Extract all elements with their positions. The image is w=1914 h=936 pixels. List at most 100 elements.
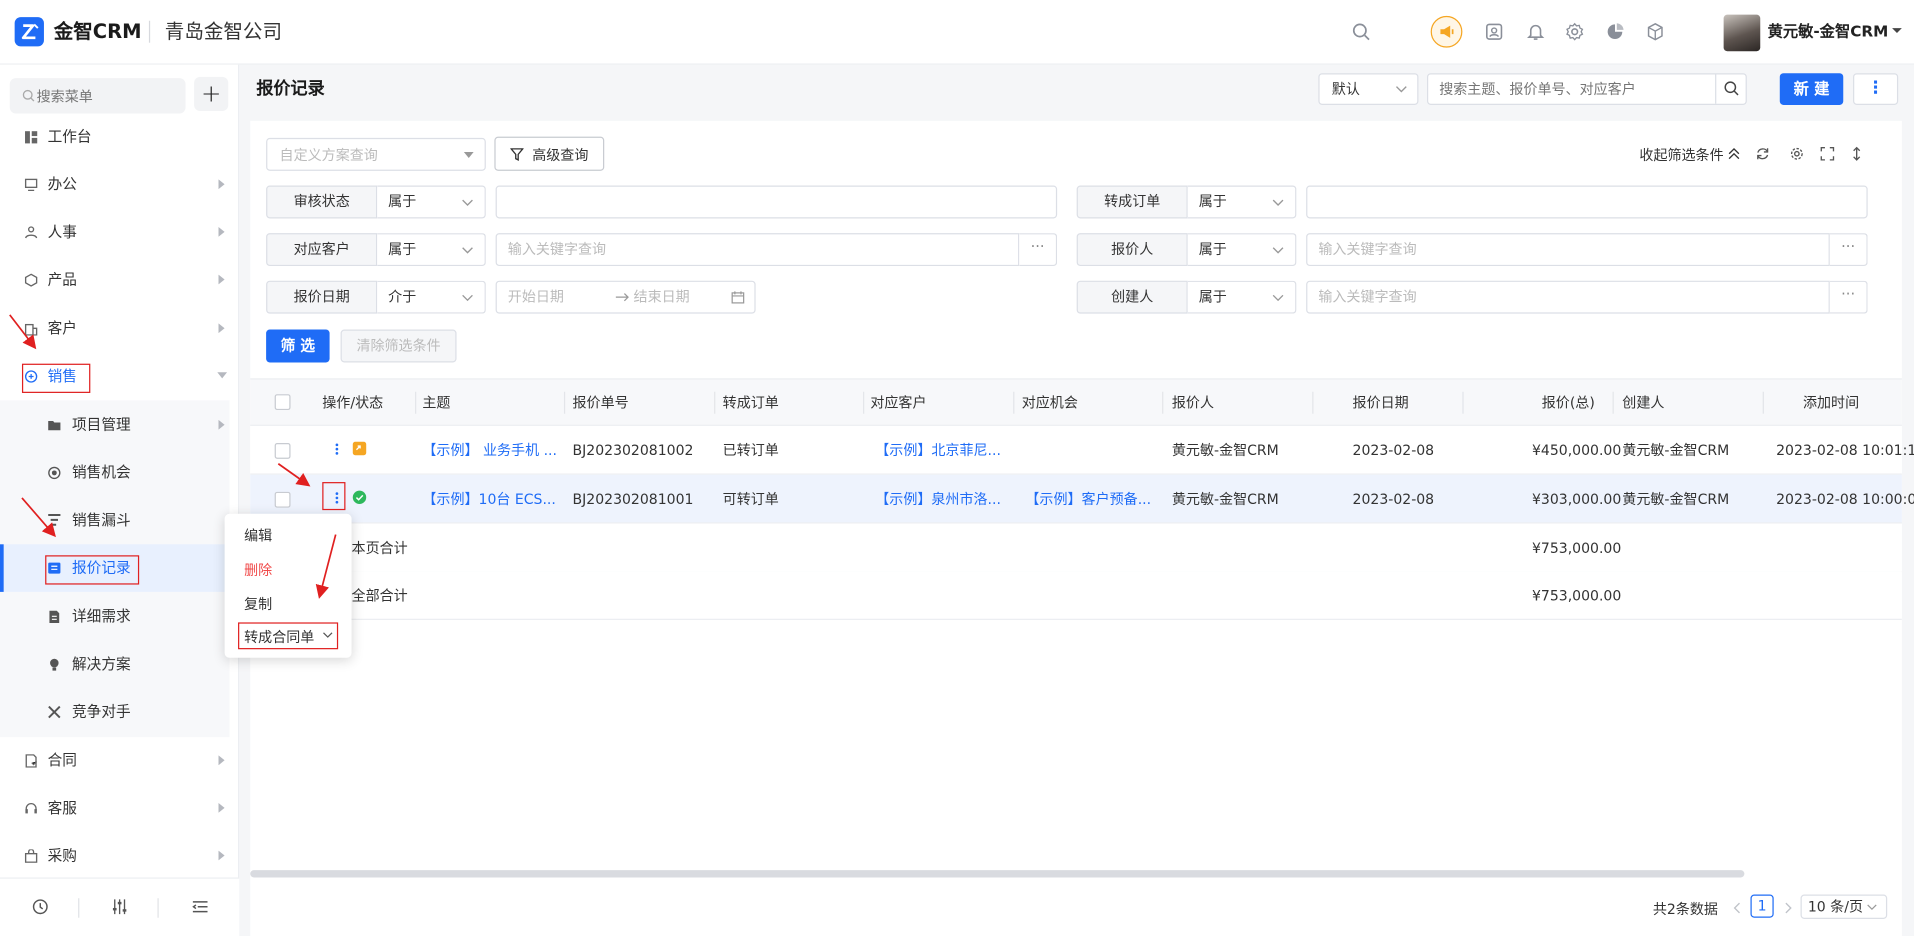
sidebar-item-workbench[interactable]: 工作台 — [0, 113, 232, 161]
menu-search[interactable] — [9, 78, 186, 114]
sidebar-item-quotes[interactable]: 报价记录 — [0, 544, 230, 592]
table-row[interactable]: 【示例】 业务手机 ... BJ202302081002 已转订单 【示例】北京… — [250, 425, 1914, 475]
sidebar-item-hr[interactable]: 人事 — [0, 209, 232, 257]
menu-search-input[interactable] — [36, 78, 184, 114]
subject-link[interactable]: 【示例】 业务手机 ... — [422, 441, 557, 461]
filter-op-audit-status[interactable]: 属于 — [377, 185, 486, 219]
sidebar-item-purchase[interactable]: 采购 — [0, 832, 232, 880]
sidebar-item-project[interactable]: 项目管理 — [0, 401, 230, 450]
sidebar-item-sales[interactable]: 销售 — [0, 353, 232, 401]
refresh-icon[interactable] — [1755, 146, 1770, 161]
filter-input-audit-status[interactable] — [495, 185, 1058, 219]
caret-down-icon[interactable] — [1891, 24, 1903, 36]
filter-op-value: 属于 — [1198, 288, 1227, 306]
fullscreen-icon[interactable] — [1820, 146, 1835, 161]
double-chevron-up-icon[interactable] — [1727, 146, 1740, 160]
main-search[interactable] — [1426, 73, 1747, 105]
settings-icon[interactable] — [1790, 146, 1805, 161]
new-button[interactable]: 新 建 — [1779, 73, 1844, 105]
subject-link[interactable]: 【示例】10台 ECS... — [422, 489, 555, 509]
filter-input-creator[interactable]: 输入关键字查询 — [1306, 280, 1830, 314]
sidebar-item-funnel[interactable]: 销售漏斗 — [0, 496, 230, 545]
opportunity-link[interactable]: 【示例】客户预备... — [1025, 489, 1151, 509]
filter-more-quoter[interactable]: ··· — [1829, 233, 1868, 267]
chevron-right-icon[interactable] — [1783, 902, 1793, 914]
row-height-icon[interactable] — [1849, 146, 1864, 161]
filter-input-customer[interactable]: 输入关键字查询 — [495, 233, 1020, 267]
column-header[interactable]: 报价人 — [1172, 393, 1214, 413]
cube-icon[interactable] — [1644, 21, 1666, 43]
more-actions-button[interactable]: ⋮ — [1853, 73, 1899, 105]
filter-op-creator[interactable]: 属于 — [1187, 280, 1297, 314]
filter-input-order[interactable] — [1306, 185, 1868, 219]
history-icon[interactable] — [32, 898, 49, 915]
app-logo-icon[interactable] — [14, 17, 44, 47]
avatar[interactable] — [1723, 14, 1761, 52]
box-icon — [24, 273, 38, 287]
sidebar-item-competitor[interactable]: 竞争对手 — [0, 688, 230, 736]
sidebar-item-customer[interactable]: 客户 — [0, 305, 232, 353]
column-header[interactable]: 报价单号 — [573, 393, 629, 413]
filter-op-quote-date[interactable]: 介于 — [377, 280, 486, 314]
filter-op-quoter[interactable]: 属于 — [1187, 233, 1297, 267]
view-select[interactable]: 默认 — [1318, 73, 1419, 105]
sidebar-item-office[interactable]: 办公 — [0, 161, 232, 209]
collapse-filters-link[interactable]: 收起筛选条件 — [1639, 145, 1723, 165]
ctx-delete[interactable]: 删除 — [244, 560, 272, 580]
user-name[interactable]: 黄元敏-金智CRM — [1768, 22, 1889, 42]
filter-more-creator[interactable]: ··· — [1829, 280, 1868, 314]
advanced-query-button[interactable]: 高级查询 — [494, 136, 605, 171]
column-header[interactable]: 添加时间 — [1803, 393, 1859, 413]
apply-filter-button[interactable]: 筛 选 — [266, 329, 330, 363]
customer-link[interactable]: 【示例】北京菲尼... — [875, 441, 1001, 461]
customer-link[interactable]: 【示例】泉州市洛... — [875, 489, 1001, 509]
sliders-icon[interactable] — [111, 898, 128, 915]
column-header[interactable]: 对应机会 — [1022, 393, 1078, 413]
main-search-input[interactable] — [1439, 74, 1708, 104]
gear-icon[interactable] — [1564, 21, 1586, 43]
filter-op-customer[interactable]: 属于 — [377, 233, 486, 267]
table-row[interactable]: 【示例】10台 ECS... BJ202302081001 可转订单 【示例】泉… — [250, 474, 1914, 524]
pie-chart-icon[interactable] — [1604, 21, 1626, 43]
filter-op-order[interactable]: 属于 — [1187, 185, 1297, 219]
column-header[interactable]: 对应客户 — [870, 393, 926, 413]
column-header[interactable]: 创建人 — [1622, 393, 1664, 413]
column-header[interactable]: 主题 — [422, 393, 450, 413]
contacts-icon[interactable] — [1483, 21, 1505, 43]
row-actions-icon[interactable] — [333, 441, 340, 458]
bell-icon[interactable] — [1525, 21, 1547, 43]
company-name[interactable]: 青岛金智公司 — [165, 18, 282, 45]
collapse-menu-icon[interactable] — [192, 898, 209, 915]
row-checkbox[interactable] — [274, 491, 291, 508]
sidebar-item-solution[interactable]: 解决方案 — [0, 640, 230, 689]
sidebar-item-service[interactable]: 客服 — [0, 785, 232, 833]
column-separator — [1462, 391, 1464, 414]
column-header[interactable]: 报价(总) — [1542, 393, 1595, 413]
folder-icon — [48, 419, 61, 432]
sidebar-item-product[interactable]: 产品 — [0, 256, 232, 304]
column-header[interactable]: 报价日期 — [1353, 393, 1409, 413]
row-actions-icon[interactable] — [333, 489, 340, 506]
chevron-left-icon[interactable] — [1732, 902, 1742, 914]
search-icon[interactable] — [1350, 21, 1372, 43]
row-checkbox[interactable] — [274, 443, 291, 459]
search-button[interactable] — [1715, 74, 1747, 104]
sidebar-item-contract[interactable]: 合同 — [0, 737, 232, 785]
sidebar-item-requirements[interactable]: 详细需求 — [0, 593, 230, 641]
ctx-edit[interactable]: 编辑 — [244, 526, 272, 546]
scheme-select[interactable]: 自定义方案查询 — [266, 137, 486, 171]
date-range-input[interactable]: 开始日期 结束日期 — [495, 280, 756, 314]
horizontal-scrollbar[interactable] — [250, 870, 1745, 878]
speaker-icon[interactable] — [1430, 15, 1463, 48]
filter-input-quoter[interactable]: 输入关键字查询 — [1306, 233, 1830, 267]
clear-filter-button[interactable]: 清除筛选条件 — [340, 329, 457, 363]
ctx-convert-contract[interactable]: 转成合同单 — [244, 627, 314, 647]
ctx-copy[interactable]: 复制 — [244, 594, 272, 614]
select-all-checkbox[interactable] — [274, 394, 291, 411]
pager-page-button[interactable]: 1 — [1750, 894, 1774, 918]
filter-more-customer[interactable]: ··· — [1019, 233, 1058, 267]
sidebar-item-opportunity[interactable]: 销售机会 — [0, 449, 230, 497]
column-header[interactable]: 转成订单 — [723, 393, 779, 413]
add-menu-button[interactable]: + — [194, 76, 229, 112]
page-size-select[interactable]: 10 条/页 — [1800, 894, 1888, 919]
